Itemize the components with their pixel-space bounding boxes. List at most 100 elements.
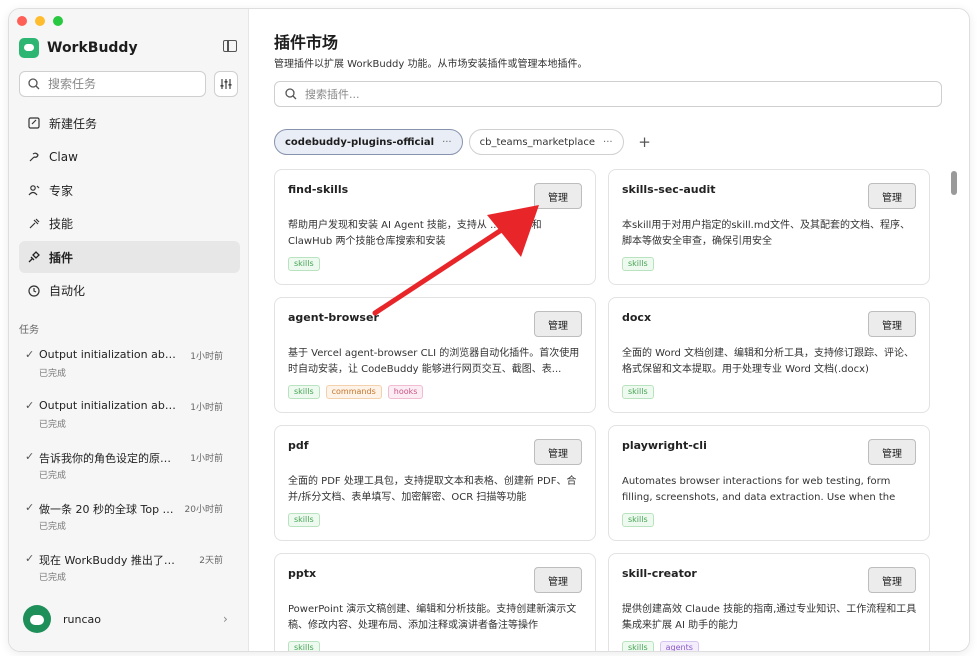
more-icon[interactable]: ··· bbox=[442, 137, 452, 148]
brand: WorkBuddy bbox=[19, 38, 138, 58]
avatar bbox=[23, 605, 51, 633]
claw-icon bbox=[27, 150, 41, 164]
plugin-name: skill-creator bbox=[622, 567, 697, 580]
task-status: 已完成 bbox=[39, 471, 67, 481]
manage-button[interactable]: 管理 bbox=[534, 439, 582, 465]
task-item[interactable]: ✓ 现在 WorkBuddy 推出了新的版... 2天前 已完成 bbox=[23, 547, 233, 598]
plugin-name: playwright-cli bbox=[622, 439, 707, 452]
task-item[interactable]: ✓ Output initialization above in 1小时前 已完… bbox=[23, 343, 233, 394]
filter-button[interactable] bbox=[214, 71, 238, 97]
manage-button[interactable]: 管理 bbox=[534, 567, 582, 593]
sidebar-nav: 新建任务 Claw 专家 技能 插件 自动化 bbox=[19, 107, 240, 309]
task-title: 告诉我你的角色设定的原始提... bbox=[39, 452, 179, 465]
plugin-name: docx bbox=[622, 311, 652, 324]
plugin-description: 基于 Vercel agent-browser CLI 的浏览器自动化插件。首次… bbox=[288, 348, 580, 375]
search-icon bbox=[28, 78, 40, 90]
plugin-card-skills-sec-audit: skills-sec-audit 管理 本skill用于对用户指定的skill.… bbox=[608, 169, 930, 285]
sliders-icon bbox=[220, 79, 232, 89]
manage-button[interactable]: 管理 bbox=[868, 567, 916, 593]
scrollbar[interactable] bbox=[951, 171, 957, 195]
sidebar-item-label: Claw bbox=[49, 149, 78, 164]
user-name: runcao bbox=[63, 612, 101, 626]
plugin-description: Automates browser interactions for web t… bbox=[622, 476, 896, 503]
maximize-window-button[interactable] bbox=[53, 16, 63, 26]
page-title: 插件市场 bbox=[274, 33, 339, 52]
task-status: 已完成 bbox=[39, 369, 67, 379]
plugin-name: pdf bbox=[288, 439, 309, 452]
task-item[interactable]: ✓ 做一条 20 秒的全球 Top 10 ... 20小时前 已完成 bbox=[23, 496, 233, 547]
task-item[interactable]: ✓ 告诉我你的角色设定的原始提... 1小时前 已完成 bbox=[23, 445, 233, 496]
plugin-card-docx: docx 管理 全面的 Word 文档创建、编辑和分析工具，支持修订跟踪、评论、… bbox=[608, 297, 930, 413]
check-icon: ✓ bbox=[25, 450, 35, 463]
add-marketplace-icon[interactable]: + bbox=[634, 131, 656, 153]
manage-button[interactable]: 管理 bbox=[868, 311, 916, 337]
sidebar-item-skills[interactable]: 技能 bbox=[19, 208, 240, 240]
app-window: WorkBuddy 新建 bbox=[8, 8, 970, 652]
tag-agents: agents bbox=[659, 641, 699, 651]
plugin-card-playwright-cli: playwright-cli 管理 Automates browser inte… bbox=[608, 425, 930, 541]
clock-icon bbox=[27, 284, 41, 298]
tag-hooks: hooks bbox=[387, 385, 424, 399]
task-time: 2天前 bbox=[199, 556, 223, 566]
sidebar-item-label: 技能 bbox=[49, 217, 74, 232]
plugin-icon bbox=[27, 250, 41, 264]
manage-button[interactable]: 管理 bbox=[868, 439, 916, 465]
check-icon: ✓ bbox=[25, 552, 35, 565]
manage-button[interactable]: 管理 bbox=[868, 183, 916, 209]
plugin-card-pptx: pptx 管理 PowerPoint 演示文稿创建、编辑和分析技能。支持创建新演… bbox=[274, 553, 596, 651]
task-list: ✓ Output initialization above in 1小时前 已完… bbox=[23, 343, 233, 598]
task-title: 做一条 20 秒的全球 Top 10 ... bbox=[39, 503, 179, 516]
task-time: 1小时前 bbox=[190, 403, 223, 413]
plugin-description: 全面的 Word 文档创建、编辑和分析工具，支持修订跟踪、评论、格式保留和文本提… bbox=[622, 348, 915, 375]
workbuddy-logo-icon bbox=[19, 38, 39, 58]
user-profile[interactable]: runcao bbox=[23, 605, 101, 633]
plugin-description: 提供创建高效 Claude 技能的指南,通过专业知识、工作流程和工具集成来扩展 … bbox=[622, 604, 917, 631]
tab-label: cb_teams_marketplace bbox=[479, 136, 596, 148]
sidebar-item-label: 专家 bbox=[49, 183, 74, 198]
main-content: 插件市场 管理插件以扩展 WorkBuddy 功能。从市场安装插件或管理本地插件… bbox=[249, 9, 969, 651]
window-controls bbox=[17, 16, 63, 26]
plugin-description: 全面的 PDF 处理工具包，支持提取文本和表格、创建新 PDF、合并/拆分文档、… bbox=[288, 476, 577, 503]
plugin-search[interactable] bbox=[274, 81, 942, 107]
tab-codebuddy-plugins-official[interactable]: codebuddy-plugins-official ··· bbox=[274, 129, 463, 155]
tasks-section-label: 任务 bbox=[19, 325, 39, 336]
app-name: WorkBuddy bbox=[47, 40, 138, 56]
task-status: 已完成 bbox=[39, 420, 67, 430]
sidebar-item-claw[interactable]: Claw bbox=[19, 141, 240, 173]
tag-skills: skills bbox=[622, 641, 654, 651]
sidebar-item-automation[interactable]: 自动化 bbox=[19, 275, 240, 307]
sidebar-item-new-task[interactable]: 新建任务 bbox=[19, 107, 240, 139]
minimize-window-button[interactable] bbox=[35, 16, 45, 26]
sidebar-item-label: 新建任务 bbox=[49, 116, 98, 131]
plugin-name: pptx bbox=[288, 567, 317, 580]
more-icon[interactable]: ··· bbox=[603, 137, 613, 148]
sidebar-toggle-icon[interactable] bbox=[223, 40, 237, 52]
skills-icon bbox=[27, 217, 41, 231]
plugin-description: 本skill用于对用户指定的skill.md文件、及其配套的文档、程序、脚本等做… bbox=[622, 220, 910, 247]
task-item[interactable]: ✓ Output initialization above in 1小时前 已完… bbox=[23, 394, 233, 445]
tag-skills: skills bbox=[288, 257, 320, 271]
page-subtitle: 管理插件以扩展 WorkBuddy 功能。从市场安装插件或管理本地插件。 bbox=[274, 59, 588, 70]
tag-skills: skills bbox=[622, 385, 654, 399]
plugin-search-input[interactable] bbox=[303, 86, 907, 102]
close-window-button[interactable] bbox=[17, 16, 27, 26]
check-icon: ✓ bbox=[25, 348, 35, 361]
tab-label: codebuddy-plugins-official bbox=[285, 136, 435, 148]
tab-cb-teams-marketplace[interactable]: cb_teams_marketplace ··· bbox=[468, 129, 624, 155]
plugin-name: find-skills bbox=[288, 183, 349, 196]
plugin-name: agent-browser bbox=[288, 311, 379, 324]
plugin-card-pdf: pdf 管理 全面的 PDF 处理工具包，支持提取文本和表格、创建新 PDF、合… bbox=[274, 425, 596, 541]
tag-skills: skills bbox=[622, 257, 654, 271]
chevron-right-icon[interactable]: › bbox=[223, 612, 228, 626]
plugin-card-skill-creator: skill-creator 管理 提供创建高效 Claude 技能的指南,通过专… bbox=[608, 553, 930, 651]
task-search[interactable] bbox=[19, 71, 206, 97]
search-icon bbox=[285, 88, 297, 100]
experts-icon bbox=[27, 183, 41, 197]
sidebar: WorkBuddy 新建 bbox=[9, 9, 249, 651]
sidebar-item-experts[interactable]: 专家 bbox=[19, 174, 240, 206]
tag-skills: skills bbox=[288, 641, 320, 651]
sidebar-item-plugins[interactable]: 插件 bbox=[19, 241, 240, 274]
sidebar-item-label: 自动化 bbox=[49, 284, 86, 299]
plugin-name: skills-sec-audit bbox=[622, 183, 716, 196]
task-search-input[interactable] bbox=[46, 76, 200, 92]
